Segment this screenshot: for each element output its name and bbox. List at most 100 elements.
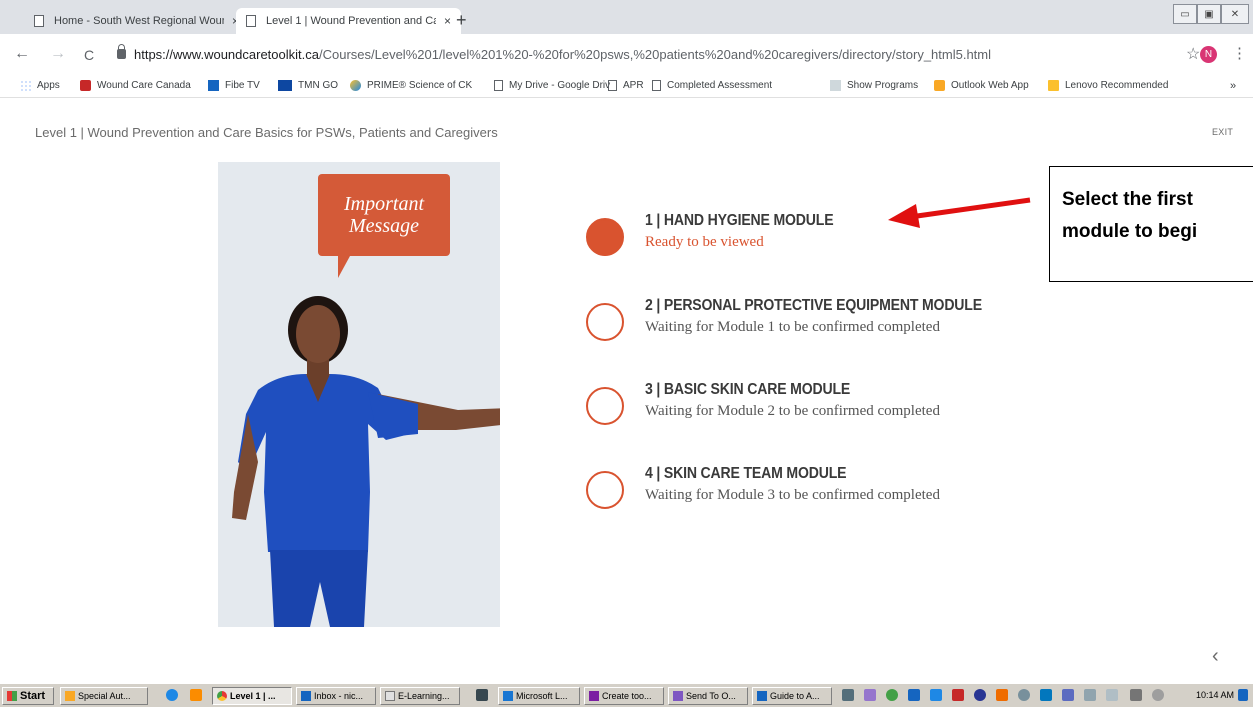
show-desktop-icon[interactable] bbox=[1238, 689, 1248, 701]
chrome-icon bbox=[217, 691, 227, 701]
tray-icon[interactable] bbox=[952, 689, 964, 701]
taskbar-item-send-to-o[interactable]: Send To O... bbox=[668, 687, 748, 705]
tab-label: Home - South West Regional Wound bbox=[54, 15, 224, 27]
bookmark-label: Apps bbox=[37, 80, 60, 91]
fibe-tv-icon bbox=[208, 80, 219, 91]
module-status: Waiting for Module 1 to be confirmed com… bbox=[645, 319, 940, 335]
media-player-icon[interactable] bbox=[190, 689, 202, 701]
taskbar-item-e-learning[interactable]: E-Learning... bbox=[380, 687, 460, 705]
tray-icon[interactable] bbox=[1106, 689, 1118, 701]
tray-icon[interactable] bbox=[974, 689, 986, 701]
close-tab-icon[interactable]: × bbox=[444, 14, 451, 28]
page-icon bbox=[246, 15, 256, 27]
address-bar[interactable]: https://www.woundcaretoolkit.ca/Courses/… bbox=[134, 47, 991, 62]
bookmark-label: Fibe TV bbox=[225, 80, 260, 91]
signal-icon[interactable] bbox=[1130, 689, 1142, 701]
bookmarks-bar: Apps Wound Care Canada Fibe TV TMN GO PR… bbox=[0, 76, 1253, 98]
tray-icon[interactable] bbox=[842, 689, 854, 701]
bookmark-fibe-tv[interactable]: Fibe TV bbox=[208, 80, 260, 91]
module-status-circle-icon bbox=[586, 387, 624, 425]
previous-slide-chevron-icon[interactable]: ‹ bbox=[1212, 645, 1219, 668]
module-status: Ready to be viewed bbox=[645, 234, 764, 250]
back-arrow-icon[interactable]: ← bbox=[14, 45, 30, 63]
tray-icon[interactable] bbox=[996, 689, 1008, 701]
start-label: Start bbox=[20, 690, 46, 702]
browser-menu-icon[interactable]: ⋮ bbox=[1232, 44, 1247, 62]
bookmark-label: My Drive - Google Driv bbox=[509, 80, 611, 91]
profile-avatar[interactable]: N bbox=[1200, 46, 1217, 63]
app-icon[interactable] bbox=[476, 689, 488, 701]
bookmark-label: Show Programs bbox=[847, 80, 919, 91]
reload-icon[interactable]: C bbox=[84, 46, 94, 64]
bookmark-apps[interactable]: Apps bbox=[20, 80, 60, 91]
taskbar-label: Create too... bbox=[602, 691, 652, 701]
lock-icon bbox=[117, 44, 126, 59]
tab-label: Level 1 | Wound Prevention and Car bbox=[266, 15, 436, 27]
taskbar-item-microsoft-l[interactable]: Microsoft L... bbox=[498, 687, 580, 705]
taskbar-item-guide-to-a[interactable]: Guide to A... bbox=[752, 687, 832, 705]
apps-grid-icon bbox=[20, 80, 31, 91]
close-window-button[interactable]: ✕ bbox=[1221, 4, 1249, 24]
tray-icon[interactable] bbox=[930, 689, 942, 701]
module-basic-skin-care[interactable]: 3 | BASIC SKIN CARE MODULE Waiting for M… bbox=[586, 381, 1066, 431]
bookmark-label: Outlook Web App bbox=[951, 80, 1029, 91]
taskbar-label: Guide to A... bbox=[770, 691, 820, 701]
bookmark-star-icon[interactable]: ☆ bbox=[1186, 44, 1200, 64]
module-skin-care-team[interactable]: 4 | SKIN CARE TEAM MODULE Waiting for Mo… bbox=[586, 465, 1066, 515]
window-icon bbox=[385, 691, 395, 701]
module-status-circle-icon bbox=[586, 303, 624, 341]
bookmark-completed-assessment[interactable]: Completed Assessment bbox=[652, 80, 772, 91]
browser-tab-level1[interactable]: Level 1 | Wound Prevention and Car × bbox=[236, 8, 462, 34]
more-bookmarks-chevron-icon[interactable]: » bbox=[1230, 80, 1236, 92]
maximize-button[interactable]: ▣ bbox=[1197, 4, 1221, 24]
browser-tab-home[interactable]: Home - South West Regional Wound × bbox=[24, 8, 249, 34]
bookmark-apr[interactable]: APR bbox=[608, 80, 644, 91]
new-tab-button[interactable]: + bbox=[456, 11, 467, 29]
bookmark-my-drive[interactable]: My Drive - Google Driv bbox=[494, 80, 610, 91]
callout-line2: module to begi bbox=[1062, 221, 1198, 242]
course-title: Level 1 | Wound Prevention and Care Basi… bbox=[35, 125, 498, 140]
internet-explorer-icon[interactable] bbox=[166, 689, 178, 701]
minimize-button[interactable]: ▭ bbox=[1173, 4, 1197, 24]
taskbar-item-special-aut[interactable]: Special Aut... bbox=[60, 687, 148, 705]
taskbar-label: Microsoft L... bbox=[516, 691, 568, 701]
module-personal-protective-equipment[interactable]: 2 | PERSONAL PROTECTIVE EQUIPMENT MODULE… bbox=[586, 297, 1066, 347]
start-button[interactable]: Start bbox=[2, 687, 54, 705]
bookmark-label: Wound Care Canada bbox=[97, 80, 191, 91]
tray-icon[interactable] bbox=[864, 689, 876, 701]
tray-icon[interactable] bbox=[1040, 689, 1052, 701]
bookmark-outlook-web-app[interactable]: Outlook Web App bbox=[934, 80, 1029, 91]
bookmark-show-programs[interactable]: Show Programs bbox=[830, 80, 918, 91]
bookmark-label: TMN GO bbox=[298, 80, 338, 91]
taskbar-item-level1[interactable]: Level 1 | ... bbox=[212, 687, 292, 705]
tmn-go-icon bbox=[278, 80, 292, 91]
bookmark-lenovo-recommended[interactable]: Lenovo Recommended bbox=[1048, 80, 1168, 91]
tray-icon[interactable] bbox=[908, 689, 920, 701]
browser-tab-strip: Home - South West Regional Wound × Level… bbox=[0, 0, 1253, 34]
tray-icon[interactable] bbox=[1084, 689, 1096, 701]
presenter-figure bbox=[232, 296, 500, 627]
tray-icon[interactable] bbox=[1018, 689, 1030, 701]
taskbar-label: E-Learning... bbox=[398, 691, 450, 701]
module-status: Waiting for Module 2 to be confirmed com… bbox=[645, 403, 940, 419]
tray-icon[interactable] bbox=[886, 689, 898, 701]
volume-icon[interactable] bbox=[1152, 689, 1164, 701]
taskbar-item-create-too[interactable]: Create too... bbox=[584, 687, 664, 705]
bookmark-prime-science[interactable]: PRIME® Science of CK bbox=[350, 80, 472, 91]
page-icon bbox=[652, 80, 661, 91]
module-status-circle-icon bbox=[586, 218, 624, 256]
taskbar-item-inbox[interactable]: Inbox - nic... bbox=[296, 687, 376, 705]
exit-button[interactable]: EXIT bbox=[1212, 127, 1233, 137]
word-icon bbox=[757, 691, 767, 701]
bookmark-wound-care-canada[interactable]: Wound Care Canada bbox=[80, 80, 191, 91]
presenter-image: Important Message bbox=[218, 162, 500, 627]
taskbar-label: Inbox - nic... bbox=[314, 691, 364, 701]
forward-arrow-icon[interactable]: → bbox=[50, 45, 66, 63]
module-title: 4 | SKIN CARE TEAM MODULE bbox=[645, 465, 847, 482]
folder-icon bbox=[1048, 80, 1059, 91]
bookmark-tmn-go[interactable]: TMN GO bbox=[278, 80, 338, 91]
bookmark-label: APR bbox=[623, 80, 644, 91]
module-title: 2 | PERSONAL PROTECTIVE EQUIPMENT MODULE bbox=[645, 297, 982, 314]
prime-icon bbox=[350, 80, 361, 91]
tray-icon[interactable] bbox=[1062, 689, 1074, 701]
